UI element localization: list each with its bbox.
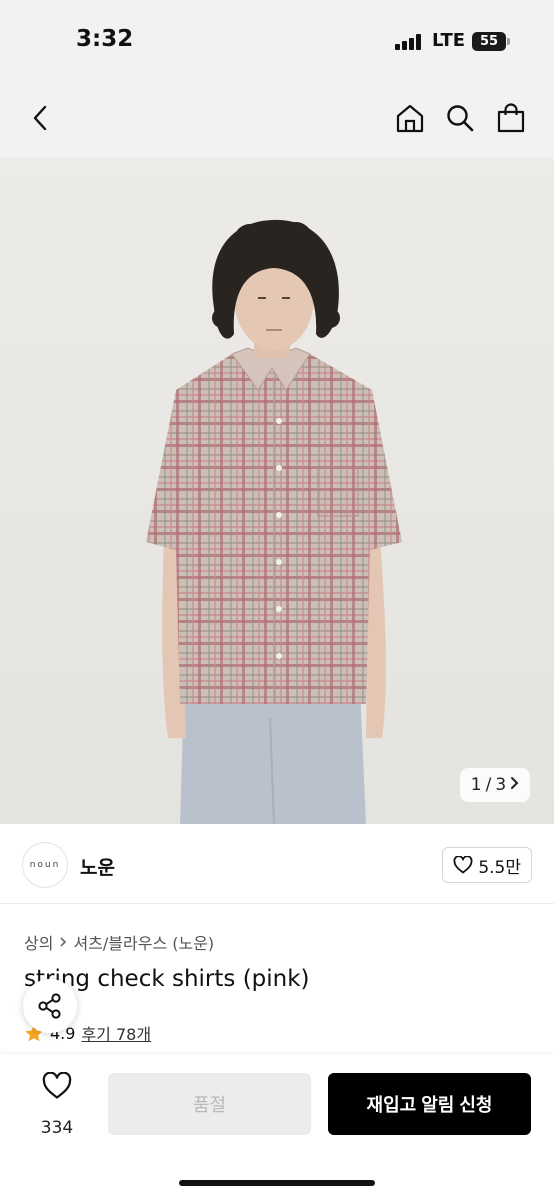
image-counter-current: 1 [470,775,482,795]
share-button[interactable] [23,979,77,1033]
brand-like-count: 5.5만 [478,857,521,878]
top-nav [0,82,554,158]
battery-level: 55 [479,34,499,49]
breadcrumb-item-subcategory[interactable]: 셔츠/블라우스 (노운) [73,930,214,954]
search-icon[interactable] [440,98,480,138]
brand-logo-text: noun [29,860,61,870]
brand-row: noun 노운 5.5만 [0,826,554,904]
heart-icon [453,856,473,874]
status-bar: 3:32 LTE 55 [0,0,554,82]
brand-like-button[interactable]: 5.5만 [442,847,532,883]
brand-logo[interactable]: noun [22,842,68,888]
bottom-action-bar: 334 품절 재입고 알림 신청 [0,1054,554,1200]
wishlist-count: 334 [40,1118,74,1138]
shopping-bag-icon[interactable] [491,98,531,138]
review-link[interactable]: 후기 78개 [81,1021,151,1045]
wishlist-button[interactable]: 334 [22,1072,92,1138]
home-icon[interactable] [390,98,430,138]
battery-icon: 55 [472,32,506,51]
image-counter-separator: / [485,775,492,795]
network-label: LTE [432,30,466,51]
breadcrumb: 상의 셔츠/블라우스 (노운) [24,930,214,954]
chevron-right-icon[interactable] [510,775,519,795]
product-photo [0,158,554,824]
chevron-left-icon[interactable] [20,98,60,138]
share-icon [38,993,61,1019]
restock-alert-button[interactable]: 재입고 알림 신청 [328,1073,531,1135]
home-indicator [179,1180,375,1186]
image-counter-total: 3 [495,775,507,795]
signal-icon [395,34,421,50]
product-image[interactable]: 1 / 3 [0,158,554,824]
battery-cap [507,38,510,45]
chevron-right-icon [59,933,67,952]
brand-name[interactable]: 노운 [80,853,115,880]
status-time: 3:32 [76,26,134,52]
breadcrumb-item-category[interactable]: 상의 [24,930,53,954]
heart-icon [42,1072,72,1099]
soldout-button: 품절 [108,1073,311,1135]
image-counter[interactable]: 1 / 3 [460,768,530,802]
